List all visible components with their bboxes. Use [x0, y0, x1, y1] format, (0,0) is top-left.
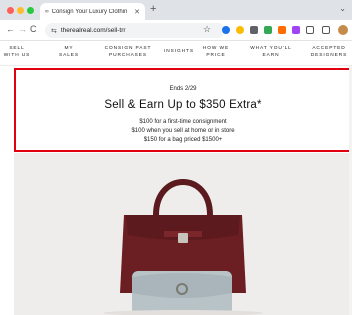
browser-toolbar: ← → C ⇆ therealreal.com/sell-trr ☆ — [0, 20, 352, 41]
back-button[interactable]: ← — [6, 24, 15, 34]
bookmark-star-icon[interactable]: ☆ — [203, 24, 211, 35]
extensions-puzzle-icon[interactable] — [306, 26, 314, 34]
nav-what-youll-earn[interactable]: WHAT YOU'LL EARN — [247, 45, 295, 59]
nav-insights[interactable]: INSIGHTS — [162, 48, 196, 55]
extension-icon[interactable] — [278, 26, 286, 34]
tab-title: Consign Your Luxury Clothin — [51, 8, 128, 15]
hero-product-image — [14, 153, 352, 315]
promo-banner: Ends 2/29 Sell & Earn Up to $350 Extra* … — [14, 68, 352, 152]
close-window-button[interactable] — [7, 7, 14, 14]
tab-search-chevron-icon[interactable]: ⌄ — [339, 4, 346, 13]
nav-accepted-designers[interactable]: ACCEPTED DESIGNERS — [308, 45, 350, 59]
promo-line: $150 for a bag priced $1500+ — [143, 137, 223, 143]
browser-tab-strip: ∞ Consign Your Luxury Clothin ✕ + ⌄ — [0, 0, 352, 20]
extension-icon[interactable] — [250, 26, 258, 34]
nav-my-sales[interactable]: MY SALES — [55, 45, 83, 59]
site-navigation: SELL WITH US MY SALES CONSIGN PAST PURCH… — [0, 41, 352, 66]
extension-icon[interactable] — [236, 26, 244, 34]
extension-icon[interactable] — [292, 26, 300, 34]
extension-icon[interactable] — [222, 26, 230, 34]
nav-sell-with-us[interactable]: SELL WITH US — [2, 45, 32, 59]
maximize-window-button[interactable] — [27, 7, 34, 14]
forward-button[interactable]: → — [18, 24, 27, 34]
promo-title: Sell & Earn Up to $350 Extra* — [104, 99, 262, 111]
site-info-icon[interactable]: ⇆ — [51, 27, 57, 35]
site-favicon-icon: ∞ — [45, 8, 49, 15]
new-tab-button[interactable]: + — [150, 3, 156, 15]
reload-button[interactable]: C — [30, 24, 37, 34]
promo-end-date: Ends 2/29 — [169, 86, 197, 92]
address-bar[interactable]: ⇆ therealreal.com/sell-trr — [45, 23, 225, 38]
minimize-window-button[interactable] — [17, 7, 24, 14]
browser-tab[interactable]: ∞ Consign Your Luxury Clothin ✕ — [40, 3, 145, 20]
url-text[interactable]: therealreal.com/sell-trr — [61, 27, 126, 34]
side-panel-icon[interactable] — [322, 26, 330, 34]
promo-line: $100 for a first-time consignment — [139, 119, 227, 125]
handbags-illustration — [14, 153, 352, 315]
close-tab-icon[interactable]: ✕ — [134, 8, 140, 16]
promo-line: $100 when you sell at home or in store — [131, 128, 235, 134]
nav-how-we-price[interactable]: HOW WE PRICE — [201, 45, 231, 59]
extension-icon[interactable] — [264, 26, 272, 34]
nav-consign-past-purchases[interactable]: CONSIGN PAST PURCHASES — [100, 45, 156, 59]
profile-avatar[interactable] — [338, 25, 348, 35]
